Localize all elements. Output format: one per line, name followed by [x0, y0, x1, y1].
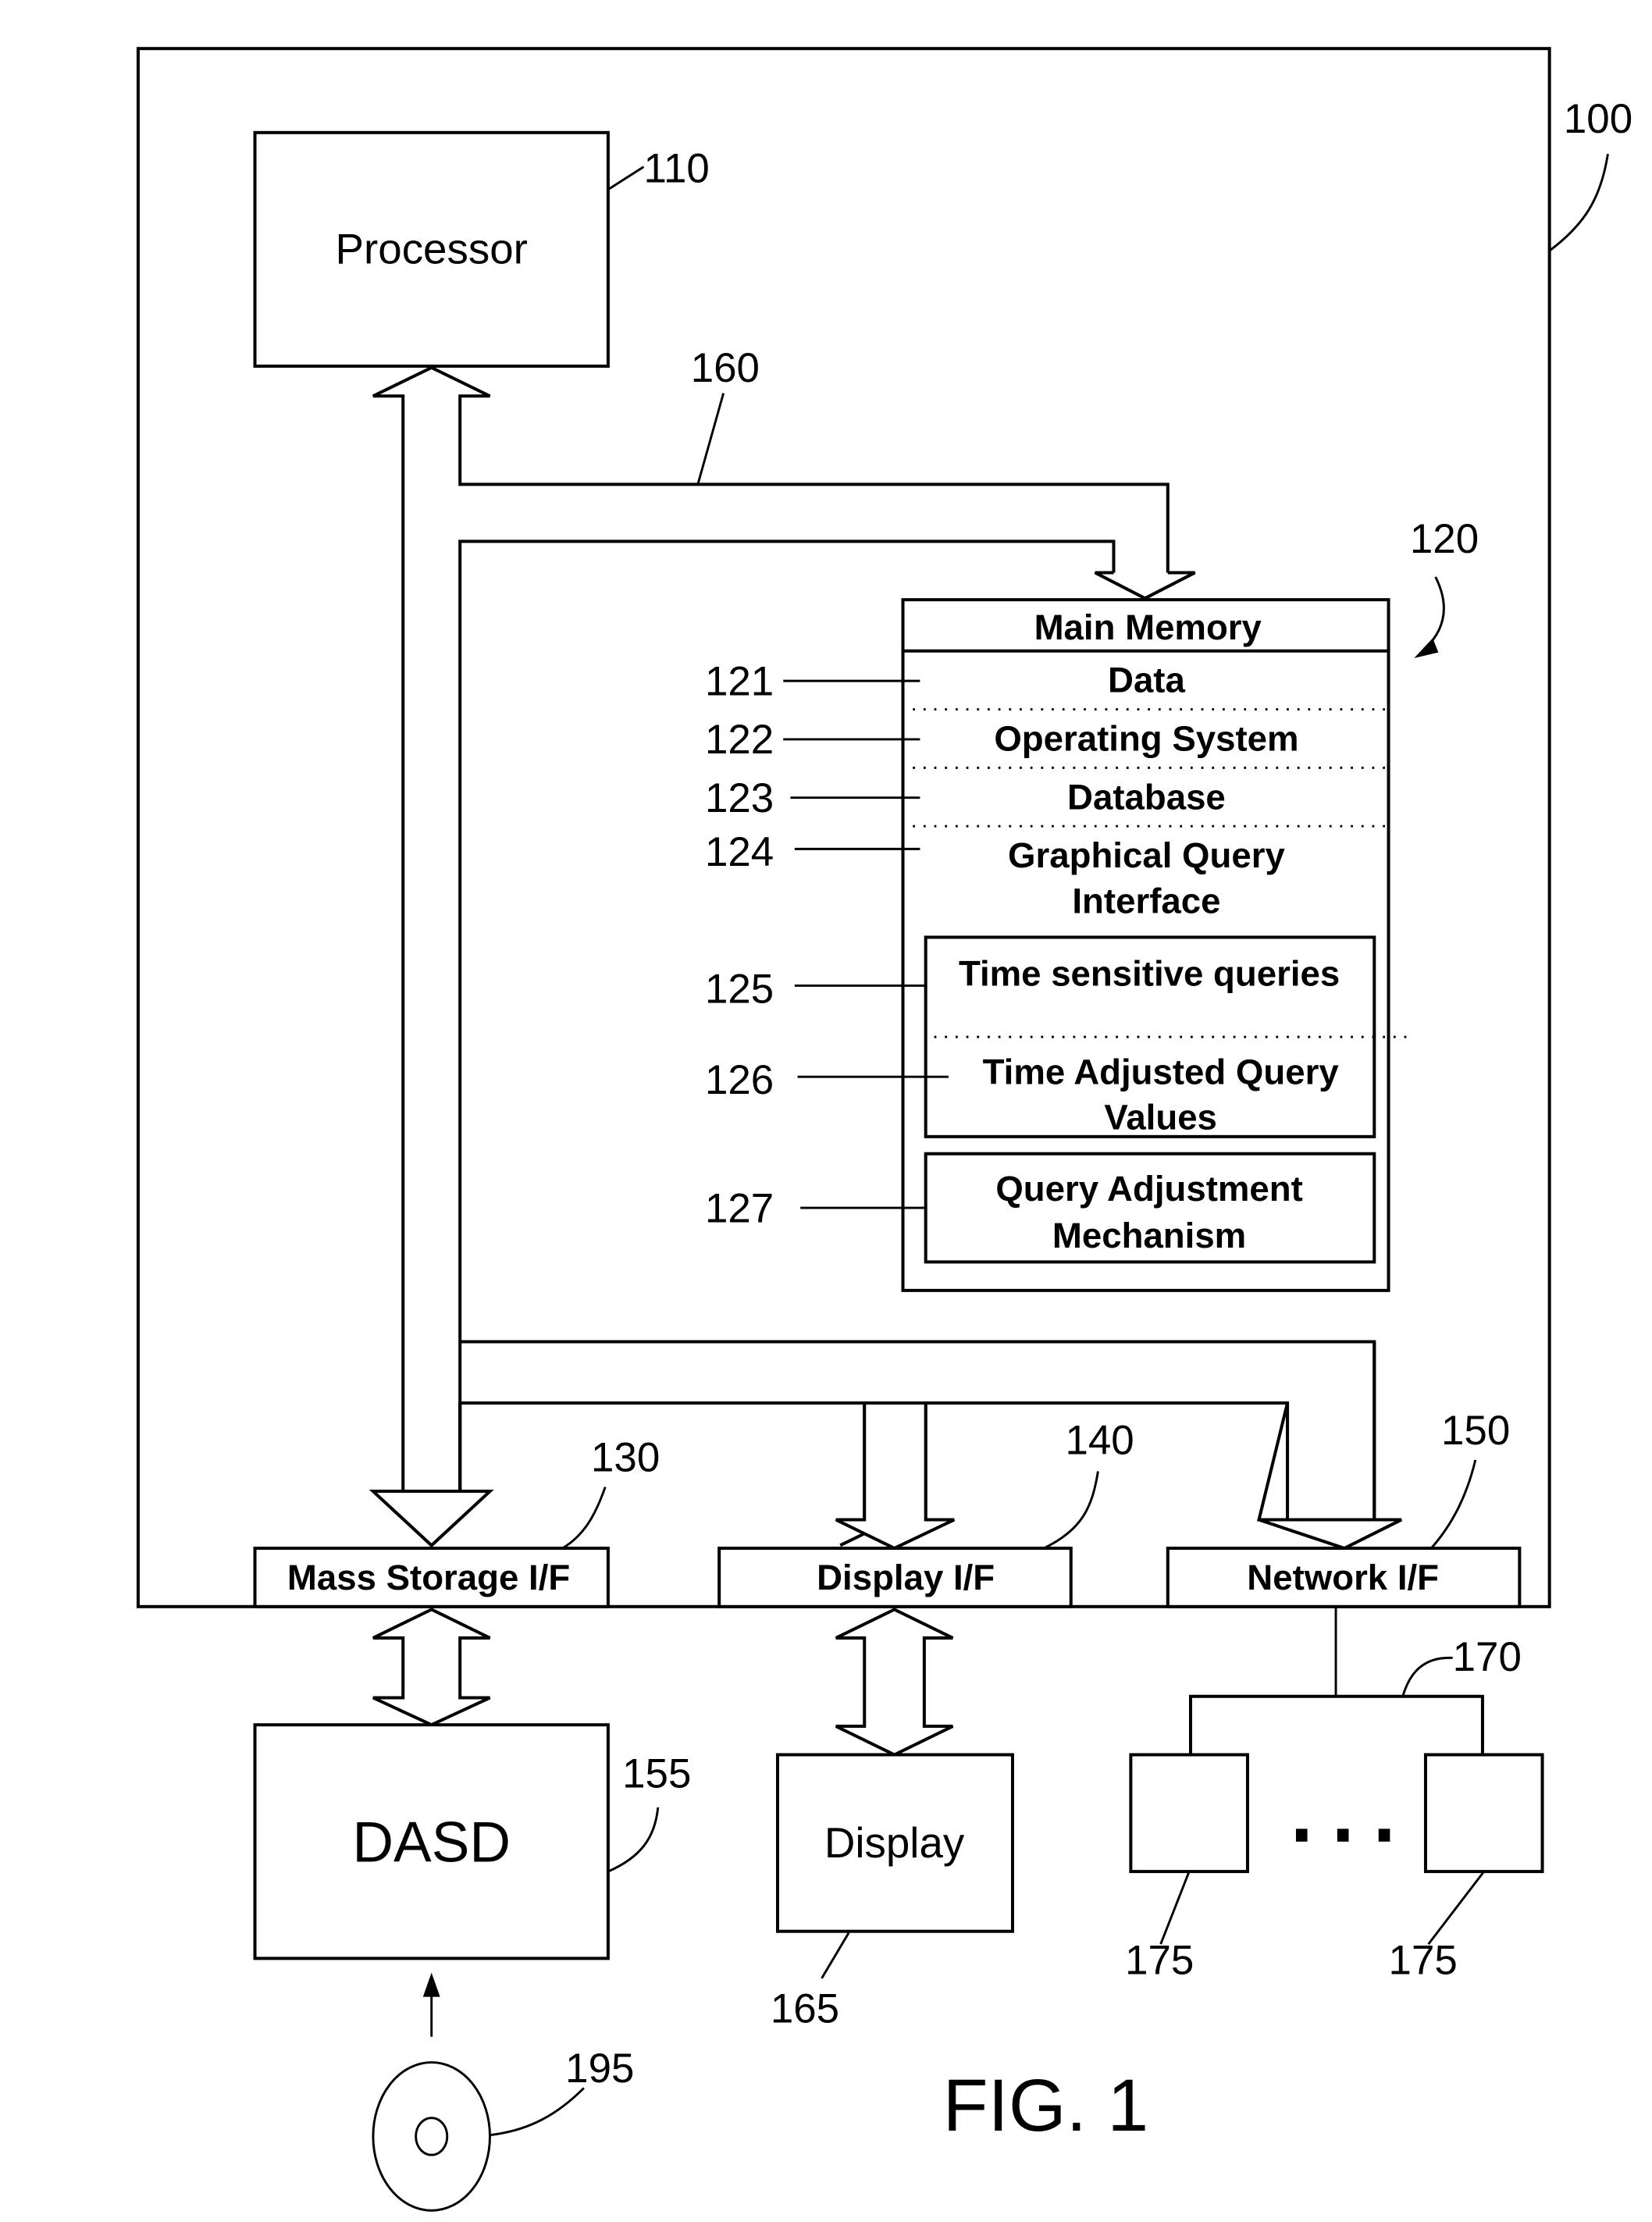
- main-memory-title: Main Memory: [1034, 607, 1262, 647]
- time-adjusted-values-line1: Time Adjusted Query: [983, 1052, 1340, 1091]
- section-os-label: Operating System: [994, 718, 1298, 758]
- ref-123: 123: [705, 775, 774, 821]
- mass-storage-if-ref: 130: [591, 1435, 660, 1481]
- node-right-leader: [1427, 1871, 1485, 1946]
- ref-124: 124: [705, 829, 774, 875]
- display-label: Display: [824, 1818, 965, 1867]
- node-left-leader: [1159, 1871, 1191, 1945]
- media-disc-icon: [372, 2061, 491, 2212]
- processor-label: Processor: [336, 225, 528, 273]
- patent-figure: 100 Processor 110 160 Main Memory 120 Da…: [136, 47, 1632, 2212]
- display-bidirectional-arrow: [835, 1608, 954, 1757]
- media-leader: [490, 2087, 585, 2137]
- dasd-label: DASD: [352, 1811, 511, 1874]
- ellipsis-dot-2: [1337, 1829, 1349, 1842]
- media-to-dasd-arrowhead: [422, 1972, 440, 1997]
- node-right-ref: 175: [1389, 1937, 1458, 1983]
- dasd-leader: [607, 1807, 660, 1873]
- figure-caption: FIG. 1: [943, 2064, 1149, 2147]
- media-disc-hole-icon: [415, 2117, 449, 2156]
- ref-121: 121: [705, 658, 774, 704]
- section-gqi-label-line2: Interface: [1072, 881, 1220, 920]
- display-if-label: Display I/F: [817, 1558, 995, 1597]
- ellipsis-dot-1: [1295, 1829, 1308, 1842]
- main-memory-ref-label: 120: [1410, 516, 1479, 562]
- section-gqi-label-line1: Graphical Query: [1008, 835, 1285, 875]
- network-bus-branch: [1188, 1694, 1484, 1755]
- network-if-ref: 150: [1441, 1408, 1510, 1454]
- bus-ref-label: 160: [691, 345, 760, 391]
- ref-125: 125: [705, 966, 774, 1012]
- display-leader: [821, 1932, 850, 1979]
- display-ref: 165: [771, 1985, 839, 2031]
- system-ref-label: 100: [1564, 96, 1632, 142]
- ellipsis-dot-3: [1378, 1829, 1390, 1842]
- time-adjusted-values-line2: Values: [1104, 1098, 1216, 1138]
- network-if-label: Network I/F: [1247, 1558, 1439, 1597]
- network-ref: 170: [1453, 1634, 1522, 1680]
- time-sensitive-queries-label: Time sensitive queries: [959, 953, 1340, 993]
- display-if-ref: 140: [1065, 1418, 1134, 1464]
- ref-122: 122: [705, 717, 774, 763]
- media-ref: 195: [565, 2046, 634, 2092]
- node-left-ref: 175: [1125, 1937, 1194, 1983]
- processor-ref-label: 110: [644, 146, 710, 192]
- dasd-ref: 155: [622, 1750, 691, 1796]
- section-data-label: Data: [1108, 661, 1185, 700]
- query-adjustment-line2: Mechanism: [1052, 1216, 1246, 1255]
- network-leader: [1401, 1657, 1453, 1697]
- ref-127: 127: [705, 1185, 774, 1231]
- system-leader-line: [1548, 153, 1609, 252]
- dasd-bidirectional-arrow: [372, 1608, 491, 1727]
- query-adjustment-line1: Query Adjustment: [995, 1169, 1303, 1209]
- mass-storage-if-label: Mass Storage I/F: [287, 1558, 570, 1597]
- network-node-left: [1129, 1753, 1249, 1874]
- network-node-right: [1423, 1753, 1544, 1874]
- ref-126: 126: [705, 1057, 774, 1103]
- section-database-label: Database: [1067, 777, 1226, 817]
